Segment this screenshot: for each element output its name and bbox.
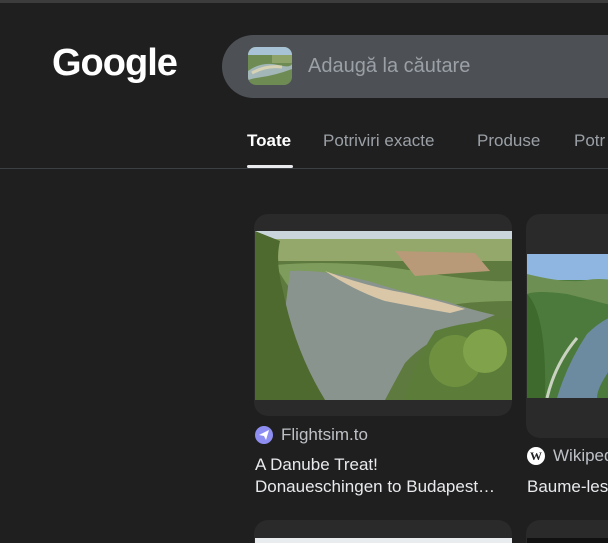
google-logo[interactable]: Google <box>52 42 178 85</box>
tabs-divider <box>0 168 608 169</box>
source-name: Wikiped <box>553 446 608 465</box>
search-image-thumbnail[interactable] <box>248 47 292 85</box>
result-image[interactable] <box>527 538 608 543</box>
search-results-page: Google Toate Potriviri exacte Produse Po… <box>0 0 608 543</box>
paper-plane-icon <box>255 426 273 444</box>
result-source[interactable]: W Wikiped <box>527 446 608 466</box>
tab-all[interactable]: Toate <box>247 131 293 168</box>
result-image-baume[interactable] <box>527 254 608 398</box>
search-bar[interactable] <box>222 35 608 98</box>
image-result-card[interactable] <box>254 214 512 416</box>
browser-top-edge <box>0 0 608 3</box>
tab-exact-matches[interactable]: Potriviri exacte <box>323 131 434 168</box>
result-image-danube[interactable] <box>255 231 512 400</box>
tab-more-truncated[interactable]: Potr <box>574 131 605 168</box>
image-result-card[interactable] <box>254 520 512 543</box>
result-title-line-1[interactable]: Baume-les <box>527 476 608 498</box>
wikipedia-icon: W <box>527 447 545 465</box>
result-title-line-2[interactable]: Donaueschingen to Budapest… <box>255 476 495 498</box>
tab-products[interactable]: Produse <box>477 131 540 168</box>
result-title-line-1[interactable]: A Danube Treat! <box>255 454 378 476</box>
result-image[interactable] <box>255 538 512 543</box>
image-result-card[interactable] <box>526 214 608 438</box>
source-name: Flightsim.to <box>281 425 368 444</box>
image-result-card[interactable] <box>526 520 608 543</box>
result-source[interactable]: Flightsim.to <box>255 425 368 445</box>
search-input[interactable] <box>308 53 608 79</box>
